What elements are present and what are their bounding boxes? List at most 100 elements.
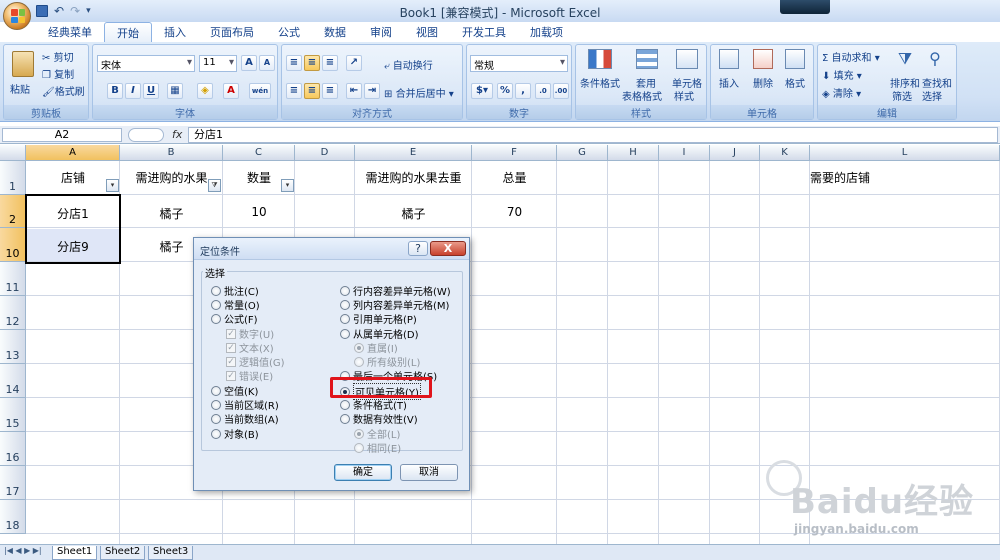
bold-button[interactable]: B [107, 83, 123, 99]
radio-option[interactable]: 公式(F) [211, 311, 258, 326]
row-header-12[interactable]: 12 [0, 296, 26, 330]
font-color-icon[interactable]: A [223, 83, 239, 99]
format-cells-icon[interactable] [785, 49, 805, 69]
row-header-16[interactable]: 16 [0, 432, 26, 466]
format-button[interactable]: 格式 [785, 75, 805, 90]
align-bottom-icon[interactable]: ≡ [322, 55, 338, 71]
increase-indent-icon[interactable]: ⇥ [364, 83, 380, 99]
merge-center-button[interactable]: ⊞ 合并后居中 ▾ [384, 85, 454, 100]
column-header-K[interactable]: K [760, 145, 810, 161]
row-header-15[interactable]: 15 [0, 398, 26, 432]
cell-L1[interactable]: 需要的店铺 [760, 169, 920, 186]
tab-9[interactable]: 加载项 [518, 22, 575, 42]
radio-option[interactable]: 当前数组(A) [211, 411, 279, 426]
row-header-2[interactable]: 2 [0, 195, 26, 228]
tab-1[interactable]: 开始 [104, 22, 152, 42]
increase-decimal-icon[interactable]: .0 [535, 83, 551, 99]
column-header-G[interactable]: G [557, 145, 608, 161]
cell-E2[interactable]: 橘子 [355, 205, 472, 222]
row-header-18[interactable]: 18 [0, 500, 26, 534]
column-header-F[interactable]: F [472, 145, 557, 161]
column-header-L[interactable]: L [810, 145, 1000, 161]
column-header-E[interactable]: E [355, 145, 472, 161]
cell-F1[interactable]: 总量 [472, 169, 557, 186]
row-header-10[interactable]: 10 [0, 228, 26, 262]
radio-option[interactable]: 行内容差异单元格(W) [340, 283, 451, 298]
column-header-H[interactable]: H [608, 145, 659, 161]
paste-button[interactable]: 粘贴 [10, 81, 30, 96]
autosum-button[interactable]: Σ 自动求和 ▾ [822, 49, 880, 64]
wrap-text-button[interactable]: ⤶ 自动换行 [384, 57, 433, 72]
conditional-format-button[interactable]: 条件格式 [580, 75, 620, 90]
radio-option[interactable]: 常量(O) [211, 297, 260, 312]
radio-option[interactable]: 引用单元格(P) [340, 311, 417, 326]
row-header-11[interactable]: 11 [0, 262, 26, 296]
fill-button[interactable]: ⬇ 填充 ▾ [822, 67, 862, 82]
italic-button[interactable]: I [125, 83, 141, 99]
radio-option[interactable]: 列内容差异单元格(M) [340, 297, 449, 312]
row-header-17[interactable]: 17 [0, 466, 26, 500]
tab-8[interactable]: 开发工具 [450, 22, 518, 42]
cut-button[interactable]: ✂ 剪切 [42, 49, 74, 64]
radio-option[interactable]: 条件格式(T) [340, 397, 407, 412]
format-table-icon[interactable] [636, 49, 658, 69]
decrease-indent-icon[interactable]: ⇤ [346, 83, 362, 99]
tab-6[interactable]: 审阅 [358, 22, 404, 42]
formula-input[interactable]: 分店1 [188, 127, 998, 143]
fx-icon[interactable]: fx [172, 128, 182, 141]
font-size-select[interactable]: 11 ▾ [199, 55, 237, 72]
sheet-tab-2[interactable]: Sheet2 [100, 546, 146, 560]
grow-font-icon[interactable]: A [241, 55, 257, 71]
comma-button[interactable]: , [515, 83, 531, 99]
percent-button[interactable]: % [497, 83, 513, 99]
name-box[interactable]: A2 [2, 128, 122, 142]
radio-option[interactable]: 批注(C) [211, 283, 259, 298]
column-header-A[interactable]: A [26, 145, 120, 161]
clear-button[interactable]: ◈ 清除 ▾ [822, 85, 861, 100]
conditional-format-icon[interactable] [588, 49, 612, 69]
radio-option[interactable]: 当前区域(R) [211, 397, 279, 412]
row-header-14[interactable]: 14 [0, 364, 26, 398]
column-header-D[interactable]: D [295, 145, 355, 161]
radio-option[interactable]: 对象(B) [211, 426, 259, 441]
binoculars-icon[interactable]: ⚲ [924, 49, 946, 69]
align-right-icon[interactable]: ≡ [322, 83, 338, 99]
border-icon[interactable]: ▦ [167, 83, 183, 99]
sheet-nav-icon[interactable]: |◀ ◀ ▶ ▶| [4, 546, 42, 555]
tab-5[interactable]: 数据 [312, 22, 358, 42]
column-header-C[interactable]: C [223, 145, 295, 161]
phonetic-icon[interactable]: wén [249, 83, 271, 99]
close-button[interactable]: X [430, 241, 466, 256]
tab-4[interactable]: 公式 [266, 22, 312, 42]
cell-E1[interactable]: 需进购的水果去重 [355, 169, 472, 186]
cell-F2[interactable]: 70 [472, 205, 557, 219]
filter-dropdown-icon[interactable]: ⧩ [208, 179, 221, 192]
column-header-B[interactable]: B [120, 145, 223, 161]
number-format-select[interactable]: 常规 ▾ [470, 55, 568, 72]
sheet-tab-3[interactable]: Sheet3 [148, 546, 194, 560]
align-middle-icon[interactable]: ≡ [304, 55, 320, 71]
select-all-corner[interactable] [0, 145, 26, 161]
delete-button[interactable]: 删除 [753, 75, 773, 90]
cell-styles-icon[interactable] [676, 49, 698, 69]
orientation-icon[interactable]: ↗ [346, 55, 362, 71]
insert-cells-icon[interactable] [719, 49, 739, 69]
copy-button[interactable]: ❐ 复制 [42, 66, 74, 81]
fill-color-icon[interactable]: ◈ [197, 83, 213, 99]
cell-B2[interactable]: 橘子 [120, 205, 223, 222]
office-button[interactable] [3, 2, 31, 30]
cell-C2[interactable]: 10 [223, 205, 295, 219]
delete-cells-icon[interactable] [753, 49, 773, 69]
help-button[interactable]: ? [408, 241, 428, 256]
radio-option[interactable]: 从属单元格(D) [340, 326, 419, 341]
cancel-button[interactable]: 取消 [400, 464, 458, 481]
column-header-J[interactable]: J [710, 145, 760, 161]
column-header-I[interactable]: I [659, 145, 710, 161]
row-header-1[interactable]: 1 [0, 161, 26, 195]
align-center-icon[interactable]: ≡ [304, 83, 320, 99]
decrease-decimal-icon[interactable]: .00 [553, 83, 569, 99]
format-painter-button[interactable]: 🖌格式刷 [42, 83, 85, 98]
row-header-13[interactable]: 13 [0, 330, 26, 364]
shrink-font-icon[interactable]: A [259, 55, 275, 71]
ok-button[interactable]: 确定 [334, 464, 392, 481]
